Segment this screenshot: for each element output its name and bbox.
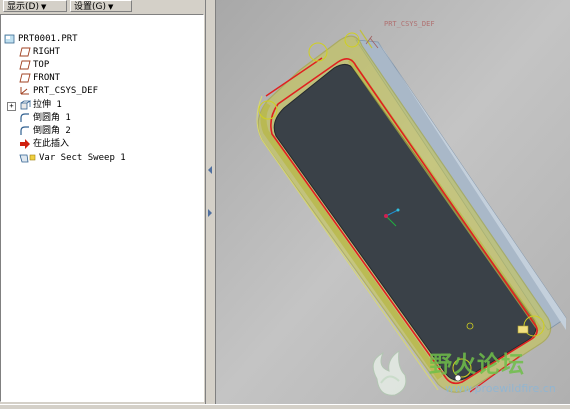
tree-item-csys[interactable]: PRT_CSYS_DEF [19,85,98,97]
model-tree: PRT0001.PRT RIGHT TOP FRONT PRT_CSYS_DEF… [0,14,204,402]
watermark-title: 野火论坛 [429,352,525,378]
expand-toggle-icon[interactable]: + [7,102,16,111]
tree-item-label: FRONT [33,73,61,83]
tree-item-top[interactable]: TOP [19,59,49,71]
dropdown-arrow-icon: ▼ [40,3,47,11]
tree-item-round-2[interactable]: 倒圆角 2 [19,125,71,137]
navigator-toolbar: 显示(D) ▼ 设置(G) ▼ [0,0,204,13]
var-sect-sweep-icon [19,153,37,163]
tree-item-right[interactable]: RIGHT [19,46,60,58]
datum-plane-icon [19,73,31,83]
tree-item-round-1[interactable]: 倒圆角 1 [19,112,71,124]
datum-plane-icon [19,60,31,70]
watermark-url: www.proewildfire.cn [445,382,556,395]
round-icon [19,113,31,123]
tree-item-label: Var Sect Sweep 1 [39,153,126,163]
status-bar [0,404,570,409]
tree-item-label: 倒圆角 2 [33,126,71,136]
tree-item-label: 拉伸 1 [33,100,62,110]
tree-item-label: 在此插入 [33,139,70,149]
extrude-icon [19,100,32,110]
datum-plane-icon [19,47,31,57]
csys-label: PRT_CSYS_DEF [384,20,435,28]
expand-right-arrow-icon[interactable] [207,203,213,217]
collapse-left-arrow-icon[interactable] [207,160,213,174]
tree-item-insert-here[interactable]: 在此插入 [19,138,69,150]
tree-item-label: RIGHT [33,47,61,57]
dropdown-arrow-icon: ▼ [108,3,114,11]
insert-here-arrow-icon [19,139,31,149]
settings-menu-button[interactable]: 设置(G) ▼ [70,0,132,12]
show-menu-button[interactable]: 显示(D) ▼ [3,0,67,12]
tree-item-label: PRT0001.PRT [18,34,78,44]
tree-item-extrude[interactable]: 拉伸 1 [19,99,62,111]
tree-item-label: TOP [33,60,50,70]
tree-item-var-sect-sweep[interactable]: Var Sect Sweep 1 [19,152,126,164]
tree-item-label: 倒圆角 1 [33,113,71,123]
tree-item-label: PRT_CSYS_DEF [33,86,99,96]
watermark-logo-icon [372,349,407,396]
coordinate-system-icon [19,86,31,96]
forum-watermark: 野火论坛 www.proewildfire.cn [359,341,570,404]
show-menu-label: 显示(D) [7,2,39,12]
settings-menu-label: 设置(G) [74,2,106,12]
part-icon [4,34,16,44]
splitter-edge [205,0,206,408]
round-icon [19,126,31,136]
tree-item-root[interactable]: PRT0001.PRT [4,33,78,45]
tree-item-front[interactable]: FRONT [19,72,60,84]
